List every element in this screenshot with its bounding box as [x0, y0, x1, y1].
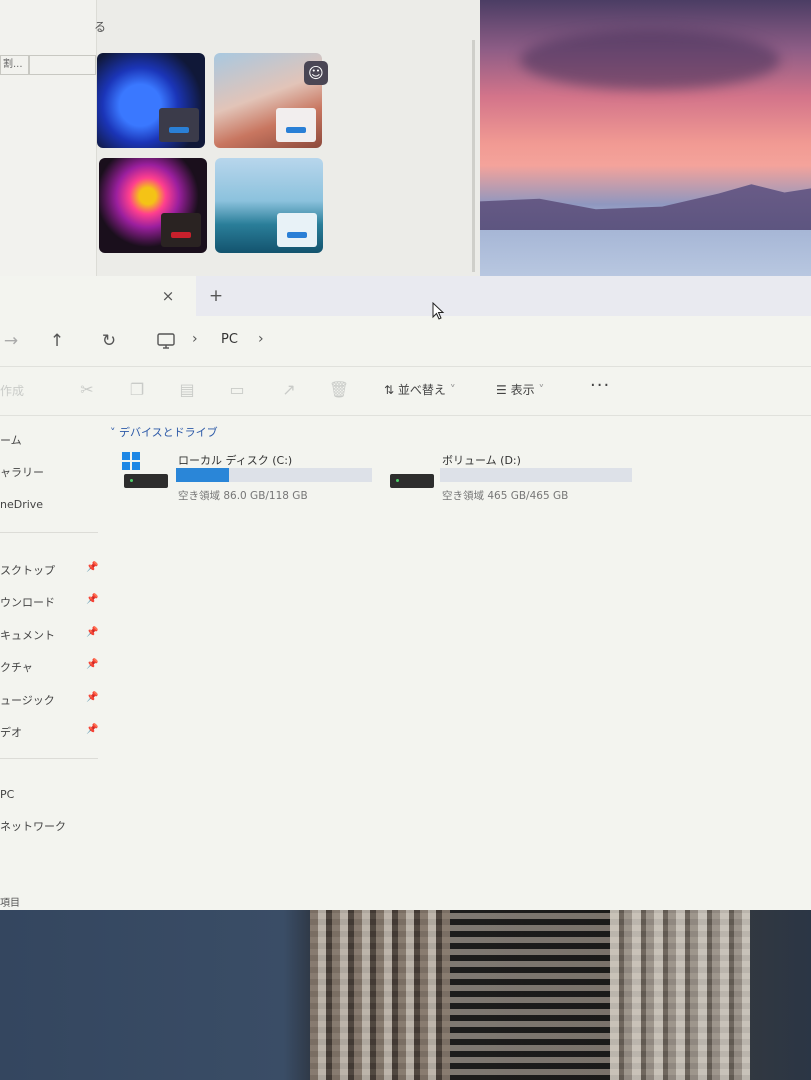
content-area: ˅ デバイスとドライブ ローカル ディスク (C:) 空き領域 86.0 GB/… — [100, 416, 811, 910]
monitor-icon[interactable] — [155, 330, 177, 352]
view-label: 表示 — [510, 383, 535, 397]
theme-preview-window — [276, 108, 316, 142]
theme-thumbnail-bloom-blue[interactable] — [97, 53, 205, 148]
windows-logo-icon — [122, 452, 140, 470]
theme-preview-window — [159, 108, 199, 142]
more-options-button[interactable]: ··· — [590, 375, 610, 396]
sidebar-item-onedrive[interactable]: neDrive — [0, 498, 43, 511]
delete-icon[interactable]: 🗑 — [328, 379, 350, 401]
sort-button[interactable]: ⇅ 並べ替え ˅ — [384, 381, 456, 398]
group-header[interactable]: ˅ デバイスとドライブ — [110, 424, 218, 440]
refresh-icon[interactable]: ↻ — [98, 330, 120, 352]
sidebar-item-pc[interactable]: PC — [0, 788, 14, 801]
navigation-pane: ーム ャラリー neDrive スクトップ 📌 ウンロード 📌 キュメント 📌 … — [0, 416, 100, 910]
wallpaper-pier-image — [310, 895, 750, 1080]
sort-label: 並べ替え — [397, 383, 446, 397]
drive-name: ボリューム (D:) — [442, 454, 521, 467]
drive-usage-fill — [176, 468, 229, 482]
wallpaper-preview-sunset — [480, 0, 811, 276]
tab-pc[interactable]: × — [0, 276, 196, 316]
pin-icon: 📌 — [86, 627, 99, 638]
new-button[interactable]: 作成 — [0, 382, 24, 399]
pin-icon: 📌 — [86, 724, 99, 735]
settings-heading-fragment: る — [94, 20, 107, 34]
command-bar: 作成 ✂ ❐ ▤ ▭ ↗ 🗑 ⇅ 並べ替え ˅ ☰ 表示 ˅ ··· — [0, 366, 811, 416]
drive-name: ローカル ディスク (C:) — [178, 454, 293, 467]
sidebar-item-downloads[interactable]: ウンロード — [0, 594, 55, 610]
paste-icon[interactable]: ▤ — [176, 379, 198, 401]
pin-icon: 📌 — [86, 659, 99, 670]
sidebar-item-pictures[interactable]: クチャ — [0, 659, 33, 675]
chevron-down-icon: ˅ — [534, 383, 545, 397]
view-icon: ☰ — [496, 383, 511, 397]
theme-preview-window — [161, 213, 201, 247]
view-button[interactable]: ☰ 表示 ˅ — [496, 381, 544, 398]
pin-icon: 📌 — [86, 692, 99, 703]
theme-thumbnail-lake[interactable] — [215, 158, 323, 253]
cut-icon[interactable]: ✂ — [76, 379, 98, 401]
sidebar-item-home[interactable]: ーム — [0, 432, 22, 448]
pin-icon: 📌 — [86, 594, 99, 605]
theme-thumbnail-flow[interactable] — [99, 158, 207, 253]
settings-field[interactable]: 割... — [0, 55, 30, 75]
close-icon[interactable]: × — [158, 286, 178, 306]
sidebar-item-documents[interactable]: キュメント — [0, 627, 55, 643]
status-item-count: 項目 — [0, 898, 20, 909]
status-bar: 項目 — [0, 892, 811, 910]
pin-icon: 📌 — [86, 562, 99, 573]
sidebar-item-music[interactable]: ュージック — [0, 692, 55, 708]
chevron-down-icon: ˅ — [445, 383, 456, 397]
theme-preview-window — [277, 213, 317, 247]
sidebar-item-desktop[interactable]: スクトップ — [0, 562, 55, 578]
chevron-right-icon[interactable]: › — [258, 331, 264, 347]
drive-free-space: 空き領域 86.0 GB/118 GB — [178, 490, 308, 502]
rename-icon[interactable]: ▭ — [226, 379, 248, 401]
mountain-silhouette — [480, 184, 811, 230]
breadcrumb-pc[interactable]: PC — [221, 332, 238, 347]
group-header-label: デバイスとドライブ — [119, 426, 218, 439]
smiley-icon[interactable]: ☺ — [304, 61, 328, 85]
settings-field-2[interactable] — [28, 55, 96, 75]
chevron-down-icon: ˅ — [110, 426, 119, 439]
cloud-shape — [520, 30, 780, 90]
file-explorer-window: × + → ↑ ↻ › PC › 作成 ✂ ❐ ▤ ▭ ↗ 🗑 ⇅ 並べ替え ˅… — [0, 276, 811, 910]
drive-usage-bar — [440, 468, 632, 482]
personalization-window: 割... る ☺ — [0, 0, 480, 276]
up-arrow-icon[interactable]: ↑ — [46, 330, 68, 352]
settings-scrollbar[interactable] — [472, 40, 475, 272]
drive-usage-bar — [176, 468, 372, 482]
sidebar-divider — [0, 758, 98, 759]
sidebar-divider — [0, 532, 98, 533]
navigation-bar: → ↑ ↻ › PC › — [0, 316, 811, 364]
drive-free-space: 空き領域 465 GB/465 GB — [442, 490, 569, 502]
drive-icon — [124, 474, 168, 488]
sort-icon: ⇅ — [384, 383, 398, 397]
forward-icon[interactable]: → — [0, 330, 22, 352]
copy-icon[interactable]: ❐ — [126, 379, 148, 401]
sidebar-item-gallery[interactable]: ャラリー — [0, 464, 44, 480]
sidebar-item-videos[interactable]: デオ — [0, 724, 22, 740]
add-tab-icon[interactable]: + — [206, 286, 226, 306]
sidebar-item-network[interactable]: ネットワーク — [0, 818, 66, 834]
settings-left-panel: 割... — [0, 0, 97, 276]
title-bar[interactable]: × + — [0, 276, 811, 320]
chevron-right-icon[interactable]: › — [192, 331, 198, 347]
share-icon[interactable]: ↗ — [278, 379, 300, 401]
drive-icon — [390, 474, 434, 488]
